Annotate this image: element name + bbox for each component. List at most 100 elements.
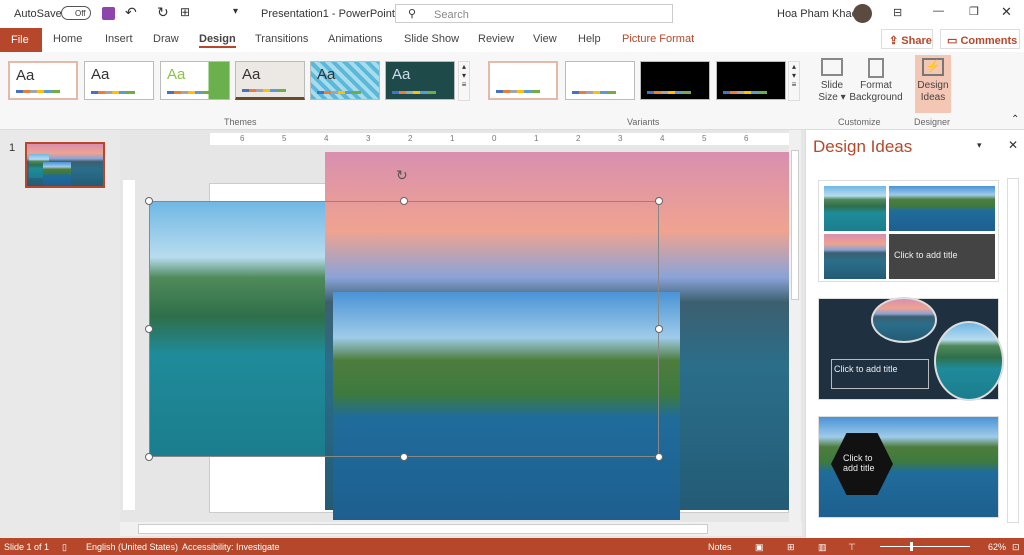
vertical-ruler [123,180,135,510]
variant-2[interactable] [565,61,635,100]
close-pane-icon[interactable]: ✕ [1008,138,1018,152]
restore-icon[interactable]: ❐ [969,5,979,18]
slide-sorter-icon[interactable]: ⊞ [787,542,795,553]
ruler-tick: 4 [660,134,665,143]
tab-transitions[interactable]: Transitions [255,33,308,45]
design-idea-2[interactable]: Click to add title [818,297,1004,401]
comments-label: Comments [960,35,1018,47]
theme-office[interactable]: Aa [8,61,78,100]
pane-options-icon[interactable]: ▾ [977,140,982,151]
zoom-slider[interactable] [880,542,970,551]
theme-6[interactable]: Aa [385,61,455,100]
close-icon[interactable]: ✕ [1001,4,1012,20]
variant-4[interactable] [716,61,786,100]
pane-scrollbar[interactable] [1007,178,1019,523]
vertical-scrollbar[interactable] [789,130,801,522]
undo-icon[interactable]: ↶ [125,4,137,21]
search-box[interactable]: ⚲ Search [395,4,673,23]
search-placeholder: Search [434,9,469,21]
theme-5[interactable]: Aa [310,61,380,100]
ruler-tick: 1 [450,134,455,143]
theme-label: Aa [16,67,35,84]
share-button[interactable]: ⇪ Share [881,29,933,49]
resize-handle[interactable] [145,325,153,333]
selection-box [149,201,659,457]
design-ideas-button[interactable]: ⚡ Design Ideas [915,55,951,113]
present-icon[interactable]: ⊞ [180,5,190,19]
theme-label: Aa [317,66,336,83]
ruler-tick: 0 [492,134,497,143]
slide-editor: 6 5 4 3 2 1 0 1 2 3 4 5 6 ↻ [120,130,802,538]
zoom-level[interactable]: 62% [988,542,1006,552]
rotate-handle-icon[interactable]: ↻ [396,167,408,184]
tab-picture-format[interactable]: Picture Format [622,33,694,45]
resize-handle[interactable] [655,453,663,461]
tab-help[interactable]: Help [578,33,601,45]
tab-slide-show[interactable]: Slide Show [404,33,459,45]
design-idea-1[interactable]: Click to add title [818,180,999,282]
collapse-ribbon-icon[interactable]: ⌃ [1011,114,1019,125]
user-name[interactable]: Hoa Pham Khac [777,8,857,20]
design-idea-3[interactable]: Click to add title [818,416,999,518]
ribbon-tabs: File Home Insert Draw Design Transitions… [0,28,1024,52]
reading-view-icon[interactable]: ▥ [818,542,827,553]
normal-view-icon[interactable]: ▣ [755,542,764,553]
themes-group-label: Themes [224,117,257,127]
document-title: Presentation1 - PowerPoint [261,8,395,20]
slide-size-button[interactable]: Slide Size ▾ [815,58,849,104]
design-ideas-label: Design Ideas [917,80,949,103]
theme-label: Aa [91,66,110,83]
tab-insert[interactable]: Insert [105,33,133,45]
resize-handle[interactable] [145,453,153,461]
resize-handle[interactable] [145,197,153,205]
slide-count: Slide 1 of 1 [4,542,50,552]
ruler-tick: 2 [576,134,581,143]
slide-size-label: Slide Size [818,80,844,103]
slide-thumbnails-pane: 1 [0,130,120,538]
slide-number: 1 [9,142,16,154]
theme-4[interactable]: Aa [235,61,305,100]
horizontal-scrollbar[interactable] [120,522,802,536]
placeholder-title: Click to add title [843,453,875,473]
spelling-icon[interactable]: ▯ [62,542,67,553]
ruler-tick: 3 [618,134,623,143]
resize-handle[interactable] [655,325,663,333]
theme-2[interactable]: Aa [84,61,154,100]
slideshow-icon[interactable]: ⊤ [848,542,856,553]
avatar[interactable] [853,4,872,23]
ruler-tick: 5 [702,134,707,143]
variant-1[interactable] [488,61,558,100]
notes-button[interactable]: Notes [708,542,732,552]
tab-home[interactable]: Home [53,33,82,45]
autosave-toggle[interactable]: Off [61,6,91,20]
format-background-label: Format Background [849,80,903,103]
design-ideas-title: Design Ideas [813,137,913,156]
save-icon[interactable] [102,7,115,20]
tab-design[interactable]: Design [199,33,236,48]
theme-3[interactable]: Aa [160,61,230,100]
tab-draw[interactable]: Draw [153,33,179,45]
resize-handle[interactable] [655,197,663,205]
variant-3[interactable] [640,61,710,100]
resize-handle[interactable] [400,197,408,205]
design-ideas-icon: ⚡ [922,58,944,76]
variants-scroll[interactable]: ▴ ▾ ≡ [788,61,800,101]
tab-file[interactable]: File [0,28,42,52]
accessibility-status[interactable]: Accessibility: Investigate [182,542,280,552]
format-background-button[interactable]: Format Background [849,58,903,104]
slide-thumbnail-1[interactable] [25,142,105,188]
language[interactable]: English (United States) [86,542,178,552]
tab-animations[interactable]: Animations [328,33,382,45]
ruler-tick: 1 [534,134,539,143]
ribbon-display-icon[interactable]: ⊟ [893,6,902,19]
comments-button[interactable]: ▭ Comments [940,29,1020,49]
customize-qat-icon[interactable]: ▾ [233,6,238,17]
minimize-icon[interactable]: — [933,5,944,17]
tab-review[interactable]: Review [478,33,514,45]
title-bar: AutoSave Off ↶ ↻ ⊞ ▾ Presentation1 - Pow… [0,0,1024,28]
fit-slide-icon[interactable]: ⊡ [1012,542,1020,553]
redo-icon[interactable]: ↻ [157,4,169,21]
tab-view[interactable]: View [533,33,557,45]
themes-scroll[interactable]: ▴ ▾ ≡ [458,61,470,101]
resize-handle[interactable] [400,453,408,461]
